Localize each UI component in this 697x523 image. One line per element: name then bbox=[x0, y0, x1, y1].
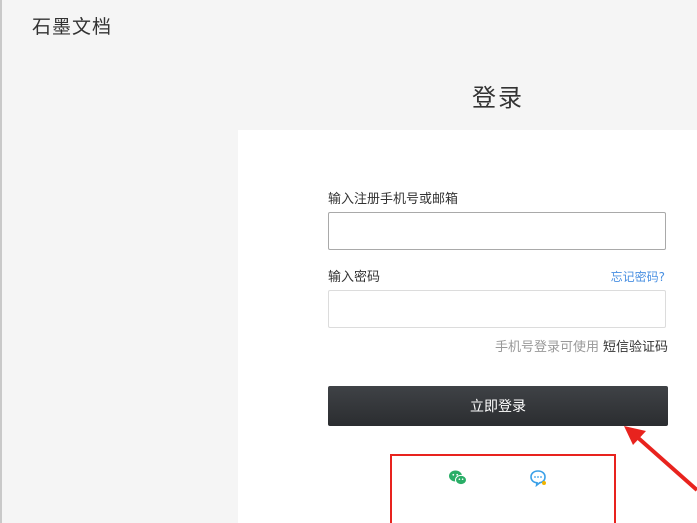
password-input[interactable] bbox=[328, 290, 666, 328]
account-label: 输入注册手机号或邮箱 bbox=[328, 192, 459, 207]
login-button[interactable]: 立即登录 bbox=[328, 386, 668, 426]
forgot-password-link[interactable]: 忘记密码? bbox=[611, 268, 665, 285]
sms-login-hint: 手机号登录可使用 bbox=[494, 340, 599, 355]
window-left-border bbox=[0, 0, 2, 523]
password-label: 输入密码 bbox=[328, 270, 381, 285]
login-page: 石墨文档 登录 输入注册手机号或邮箱 输入密码 忘记密码? 手机号登录可使用 短信… bbox=[0, 0, 697, 523]
page-title: 登录 bbox=[472, 84, 524, 112]
qq-icon[interactable] bbox=[528, 468, 548, 488]
account-input[interactable] bbox=[328, 212, 666, 250]
wechat-icon[interactable] bbox=[448, 468, 468, 488]
sms-code-link[interactable]: 短信验证码 bbox=[603, 340, 668, 355]
social-login-highlight bbox=[390, 454, 616, 523]
brand-logo-text[interactable]: 石墨文档 bbox=[32, 12, 112, 39]
sms-login-row: 手机号登录可使用 短信验证码 bbox=[495, 336, 668, 355]
